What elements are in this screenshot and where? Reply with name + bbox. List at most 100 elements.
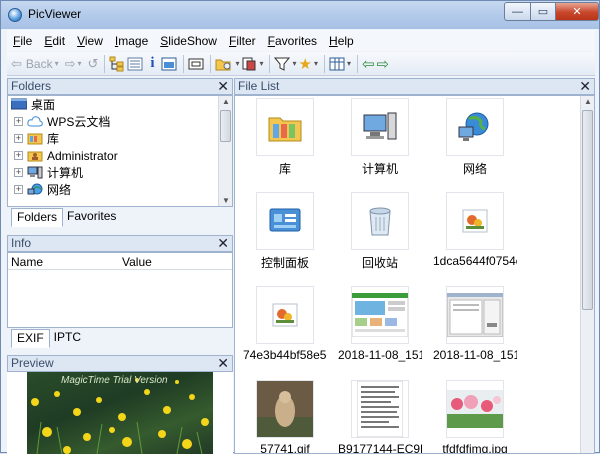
minimize-button[interactable]: — xyxy=(504,2,531,21)
back-arrow-icon[interactable]: ⇦ xyxy=(11,54,22,74)
file-thumb xyxy=(351,98,409,156)
copy-icon[interactable] xyxy=(241,54,257,74)
up-icon[interactable]: ↺ xyxy=(88,54,99,74)
view-mode-dropdown-icon[interactable]: ▾ xyxy=(347,54,351,74)
menu-help[interactable]: Help xyxy=(323,34,360,48)
favorites-dropdown-icon[interactable]: ▾ xyxy=(314,54,318,74)
file-tile-screenshot[interactable]: 2018-11-08_151... xyxy=(433,286,517,362)
preview-close-icon[interactable]: ✕ xyxy=(217,356,229,371)
folders-panel-title: Folders xyxy=(11,79,52,93)
preview-area: MagicTime Trial Version xyxy=(7,372,233,454)
tree-item-library[interactable]: + 库 xyxy=(14,130,59,147)
tab-iptc[interactable]: IPTC xyxy=(49,329,86,348)
back-button-label[interactable]: Back xyxy=(26,57,53,71)
filter-icon[interactable] xyxy=(274,54,291,74)
expand-icon[interactable]: + xyxy=(14,168,23,177)
file-thumb xyxy=(256,380,314,438)
file-tile-screenshot[interactable]: 2018-11-08_151... xyxy=(338,286,422,362)
info-column-value[interactable]: Value xyxy=(122,255,152,269)
tree-item-wps-cloud[interactable]: + WPS云文档 xyxy=(14,113,110,130)
info-close-icon[interactable]: ✕ xyxy=(217,236,229,251)
file-tile-recycle-bin[interactable]: 回收站 xyxy=(338,192,422,271)
tab-favorites[interactable]: Favorites xyxy=(62,208,121,227)
file-tile-network[interactable]: 网络 xyxy=(433,98,517,177)
tab-exif[interactable]: EXIF xyxy=(11,329,50,348)
open-folder-icon[interactable] xyxy=(215,54,233,74)
control-panel-icon xyxy=(269,208,301,232)
computer-icon xyxy=(363,112,397,140)
document-thumbnail xyxy=(357,381,403,437)
file-list-scrollbar[interactable]: ▲ xyxy=(580,96,594,453)
menu-image[interactable]: Image xyxy=(109,34,154,48)
info-panel-title: Info xyxy=(11,236,32,250)
open-dropdown-icon[interactable]: ▾ xyxy=(235,54,239,74)
scroll-down-icon[interactable]: ▼ xyxy=(222,196,230,205)
forward-arrow-icon[interactable]: ⇨ xyxy=(65,54,76,74)
scroll-up-icon[interactable]: ▲ xyxy=(584,97,592,106)
folders-tree-icon[interactable] xyxy=(109,54,125,74)
file-label: 2018-11-08_151... xyxy=(338,348,422,362)
file-tile-image[interactable]: 74e3b44bf58e5c... xyxy=(243,286,327,362)
expand-icon[interactable]: + xyxy=(14,117,23,126)
tree-item-desktop[interactable]: 桌面 xyxy=(11,96,55,113)
expand-icon[interactable]: + xyxy=(14,151,23,160)
menu-file[interactable]: File xyxy=(7,34,38,48)
copy-dropdown-icon[interactable]: ▾ xyxy=(259,54,263,74)
info-icon[interactable]: i xyxy=(145,54,159,74)
image-file-icon xyxy=(462,209,488,233)
close-button[interactable]: ✕ xyxy=(555,2,599,21)
folders-close-icon[interactable]: ✕ xyxy=(217,79,229,94)
nav-left-icon[interactable]: ⇦ xyxy=(362,54,375,74)
maximize-button[interactable]: ▭ xyxy=(530,2,556,21)
menu-edit[interactable]: Edit xyxy=(38,34,71,48)
file-list-close-icon[interactable]: ✕ xyxy=(579,79,591,94)
file-tile-computer[interactable]: 计算机 xyxy=(338,98,422,177)
file-tile-document[interactable]: B9177144-EC9F-... xyxy=(338,380,422,453)
preview-icon[interactable] xyxy=(161,54,177,74)
file-thumb xyxy=(446,192,504,250)
toolbar-separator xyxy=(269,54,271,73)
info-tabs: EXIF IPTC xyxy=(11,329,85,348)
menu-view[interactable]: View xyxy=(71,34,109,48)
file-list-grid[interactable]: 库 计算机 网络 控制面板 回收站 1dca5644f0754 74e3b44b… xyxy=(234,95,595,454)
menu-filter[interactable]: Filter xyxy=(223,34,262,48)
window-title: PicViewer xyxy=(28,7,82,21)
expand-icon[interactable]: + xyxy=(14,185,23,194)
filter-dropdown-icon[interactable]: ▾ xyxy=(292,54,296,74)
file-tile-image[interactable]: 1dca5644f0754c... xyxy=(433,192,517,268)
file-tile-photo[interactable]: 57741.gif xyxy=(243,380,327,453)
nav-right-icon[interactable]: ⇨ xyxy=(377,54,390,74)
file-label: 控制面板 xyxy=(260,256,309,270)
file-tile-library[interactable]: 库 xyxy=(243,98,327,177)
folders-scroll-thumb[interactable] xyxy=(220,110,231,142)
tab-folders[interactable]: Folders xyxy=(11,208,64,227)
expand-icon[interactable]: + xyxy=(14,134,23,143)
file-tile-control-panel[interactable]: 控制面板 xyxy=(243,192,327,271)
details-icon[interactable] xyxy=(127,54,143,74)
image-file-icon xyxy=(272,303,298,327)
toolbar-separator xyxy=(210,54,212,73)
file-label: 1dca5644f0754c... xyxy=(433,254,517,268)
screenshot-thumbnail xyxy=(447,293,503,337)
slideshow-icon[interactable] xyxy=(188,54,204,74)
folders-scrollbar[interactable]: ▲ ▼ xyxy=(218,96,232,206)
file-list-scroll-thumb[interactable] xyxy=(582,110,593,310)
toolbar-separator xyxy=(183,54,185,73)
tree-item-administrator[interactable]: + Administrator xyxy=(14,147,118,164)
file-thumb xyxy=(351,286,409,344)
title-bar[interactable]: PicViewer — ▭ ✕ xyxy=(1,1,599,29)
cloud-icon xyxy=(27,116,43,127)
info-column-name[interactable]: Name xyxy=(11,255,43,269)
tree-item-network[interactable]: + 网络 xyxy=(14,181,71,198)
file-tile-photo[interactable]: tfdfdfimg.jpg xyxy=(433,380,517,453)
menu-favorites[interactable]: Favorites xyxy=(262,34,323,48)
back-dropdown-icon[interactable]: ▾ xyxy=(55,54,59,74)
tree-item-computer[interactable]: + 计算机 xyxy=(14,164,83,181)
menu-slideshow[interactable]: SlideShow xyxy=(154,34,223,48)
favorites-star-icon[interactable]: ★ xyxy=(298,54,311,74)
folders-tree[interactable]: 桌面 + WPS云文档 + 库 + Administrator + 计算机 + … xyxy=(7,95,233,207)
view-mode-icon[interactable] xyxy=(329,54,345,74)
scroll-up-icon[interactable]: ▲ xyxy=(222,97,230,106)
forward-dropdown-icon[interactable]: ▾ xyxy=(78,54,82,74)
file-label: 库 xyxy=(278,162,291,176)
